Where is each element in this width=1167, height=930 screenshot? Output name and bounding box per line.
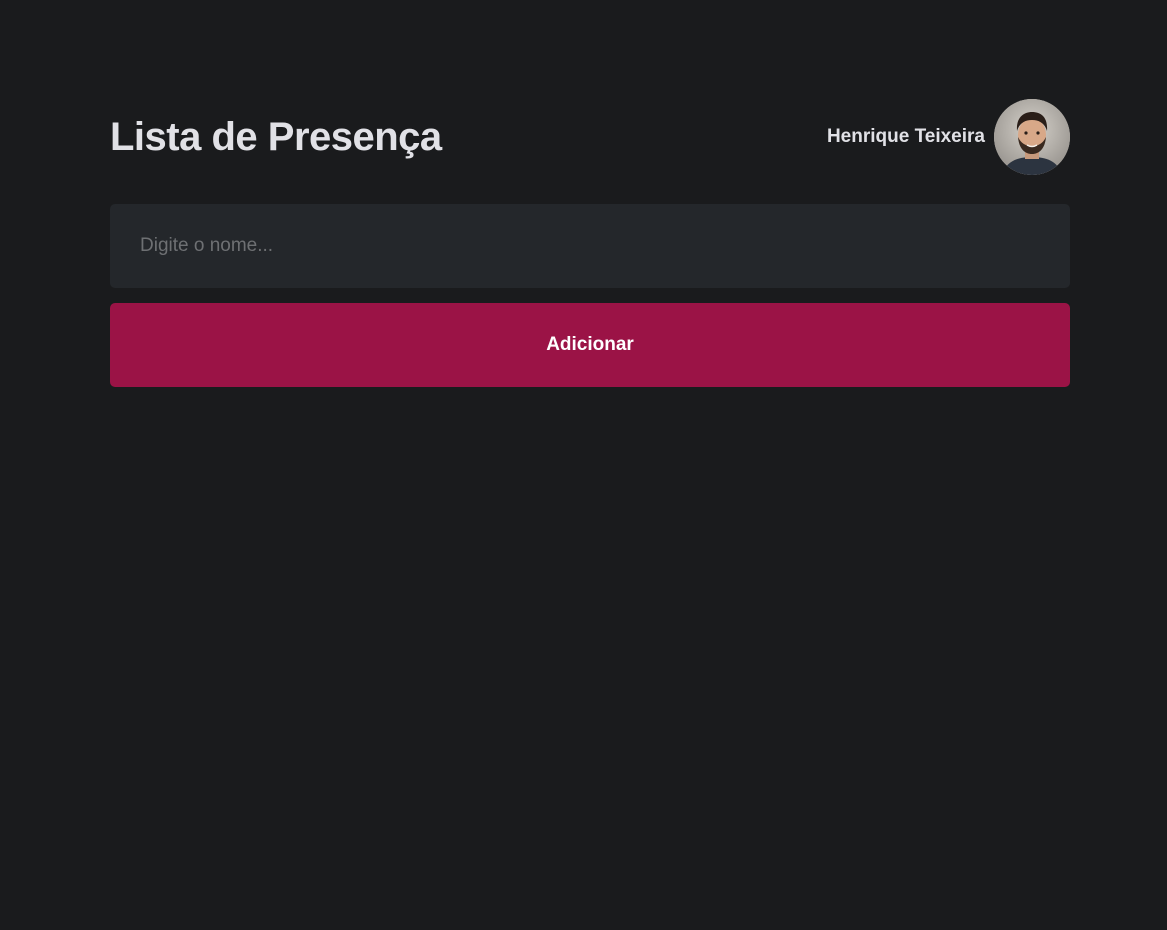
user-name: Henrique Teixeira	[826, 125, 985, 147]
avatar	[994, 98, 1070, 175]
page-header: Lista de Presença Henrique Teixeira	[110, 98, 1070, 175]
page-title: Lista de Presença	[110, 114, 442, 159]
add-button[interactable]: Adicionar	[110, 303, 1070, 387]
user-profile: Henrique Teixeira	[826, 98, 1070, 175]
main-container: Lista de Presença Henrique Teixeira Digi…	[110, 98, 1070, 387]
name-input[interactable]	[110, 204, 1070, 288]
